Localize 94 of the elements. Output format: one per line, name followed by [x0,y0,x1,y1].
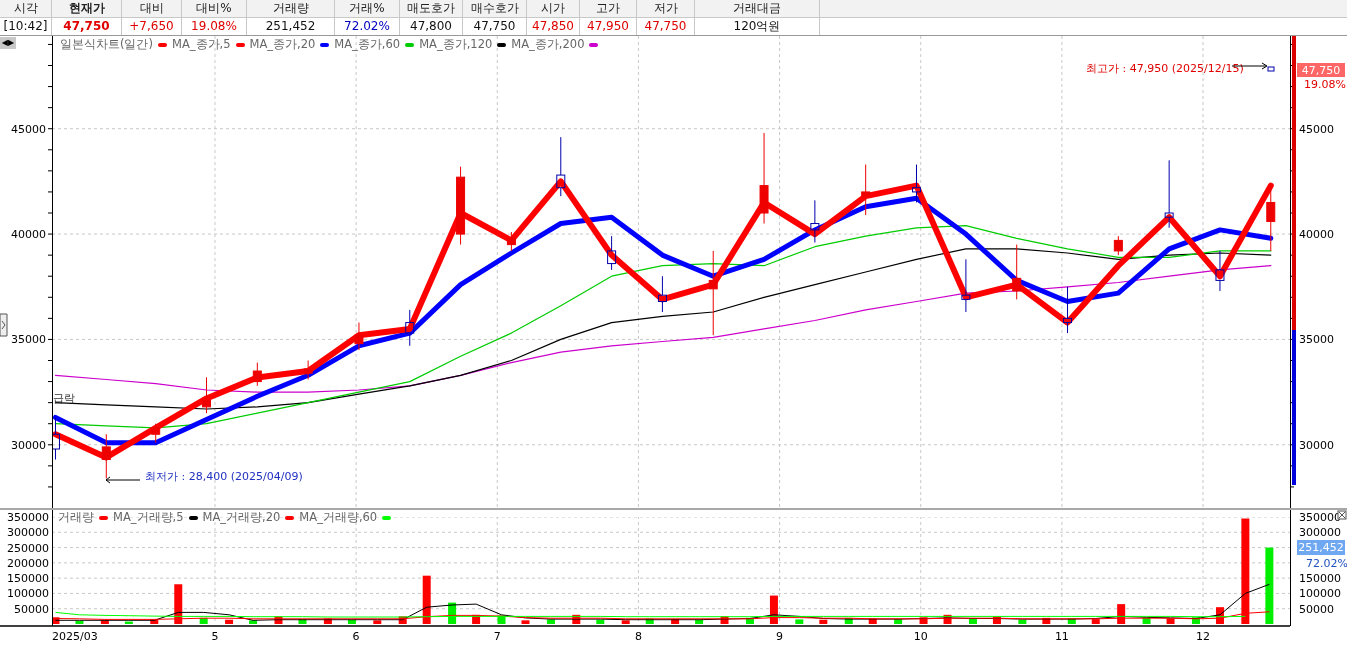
column-header: 시가 [527,0,580,18]
axis-label: 200000 [7,556,49,570]
candlestick [252,362,262,387]
candlestick [405,309,415,347]
candlestick [961,258,971,313]
axis-label: 50000 [14,602,49,616]
axis-label: 40000 [1299,228,1334,242]
legend-label: MA_종가,60 [334,37,401,52]
table-cell: 251,452 [247,18,335,35]
axis-label: 10 [913,630,928,643]
axis-label: 12 [1196,630,1211,643]
table-cell: 47,750 [52,18,122,35]
axis-label: 45000 [11,122,46,136]
table-cell: 19.08% [182,18,247,35]
annotation-label: 최고가 : 47,950 (2025/12/15) [1086,62,1244,75]
candlestick [354,322,364,351]
axis-label: 9 [776,630,784,643]
axis-label: 30000 [1299,438,1334,452]
column-header: 매도호가 [400,0,463,18]
table-cell: 47,850 [527,18,580,35]
annotation-label: 최저가 : 28,400 (2025/04/09) [145,470,303,483]
axis-label: 7 [493,630,501,643]
legend-label: MA_종가,200 [511,37,585,52]
legend-label: MA_거래량,60 [299,510,378,525]
column-header: 거래대금 [695,0,820,18]
candlestick [556,136,566,197]
candlestick [810,199,820,243]
legend-label: MA_거래량,5 [113,510,184,525]
axis-label: 250000 [7,541,49,555]
pane-toggle-button[interactable]: ◀▶ [0,37,16,49]
axis-label: 5 [211,630,219,643]
table-cell: 47,750 [637,18,695,35]
axis-label: 6 [352,630,360,643]
candlestick [861,164,871,216]
table-cell: +7,650 [122,18,182,35]
axis-label: 11 [1054,630,1069,643]
axis-label: 300000 [1299,526,1341,540]
column-header: 대비 [122,0,182,18]
axis-label: 150000 [1299,572,1341,586]
current-price-tag: 47,750 [1297,63,1345,77]
axis-label: 150000 [7,572,49,586]
axis-label: 100000 [7,587,49,601]
table-cell: [10:42] [0,18,52,35]
candlestick [101,433,111,479]
axis-label: 300000 [7,526,49,540]
change-percent: 19.08% [1304,78,1346,91]
table-cell: 47,950 [580,18,637,35]
column-header: 현재가 [52,0,122,18]
arrow [105,476,141,484]
candlestick [202,376,211,414]
candlestick [1266,183,1276,252]
volume-ratio: 72.02% [1306,557,1347,570]
candlestick [151,423,161,444]
column-header: 매수호가 [463,0,527,18]
current-volume-tag: 251,452 [1297,540,1345,555]
axis-label: 45000 [1299,122,1334,136]
legend-label: 거래량 [58,510,94,525]
candlestick [607,235,617,271]
marker-icon [1267,66,1275,72]
candlestick [657,275,667,313]
candlestick [912,164,921,203]
expand-tab-icon[interactable] [0,313,8,337]
candlestick [1012,244,1022,300]
axis-label: 100000 [1299,587,1341,601]
axis-label: 8 [634,630,642,643]
column-header: 거래% [335,0,400,18]
legend-label: MA_종가,120 [419,37,493,52]
candlestick [506,231,516,252]
table-cell: 47,800 [400,18,463,35]
date-label: 2025/03 [52,630,98,643]
column-header: 저가 [637,0,695,18]
candlestick [1063,286,1072,334]
table-cell: 72.02% [335,18,400,35]
table-cell: 47,750 [463,18,527,35]
axis-label: 30000 [11,438,46,452]
candlestick [1164,159,1174,229]
candlestick [1113,235,1123,256]
candlestick [1215,250,1225,292]
candlestick [52,416,60,461]
candlestick [303,360,313,380]
legend-label: MA_거래량,20 [202,510,281,525]
column-header: 시각 [0,0,52,18]
column-header: 거래량 [247,0,335,18]
legend-label: 일본식차트(일간) [60,37,153,52]
legend-label: MA_종가,5 [172,37,231,52]
annotation-label: 급락 [53,392,75,405]
column-header: 대비% [182,0,247,18]
axis-label: 35000 [11,333,46,347]
axis-label: 50000 [1299,602,1334,616]
axis-label: 35000 [1299,333,1334,347]
axis-label: 350000 [7,511,49,524]
column-header: 고가 [580,0,637,18]
axis-label: 40000 [11,228,46,242]
legend-label: MA_종가,20 [249,37,316,52]
